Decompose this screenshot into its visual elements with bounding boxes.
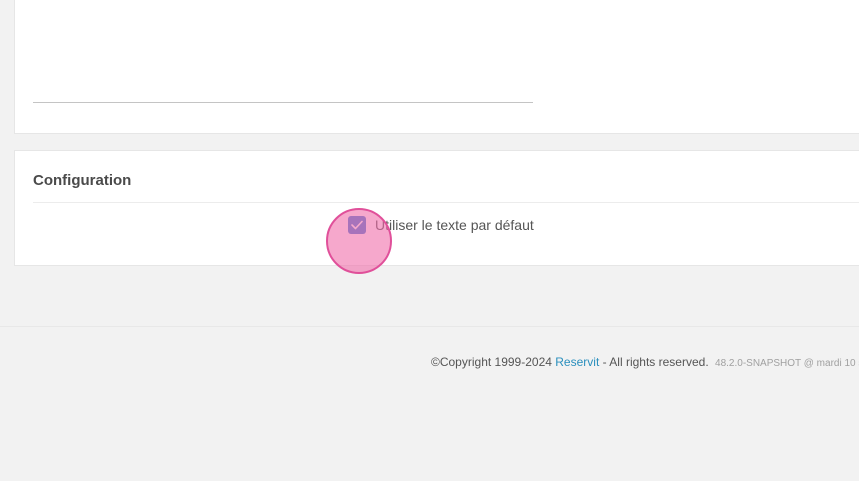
reservit-link[interactable]: Reservit [555,355,599,369]
default-text-checkbox-row[interactable]: Utiliser le texte par défaut [348,215,534,235]
footer: ©Copyright 1999-2024 Reservit - All righ… [431,355,859,369]
editor-card [14,0,859,134]
checkmark-icon [351,220,363,230]
card-title: Configuration [33,172,132,189]
footer-divider [0,326,859,327]
text-field-underline[interactable] [33,102,533,103]
version-text: 48.2.0-SNAPSHOT @ mardi 10 se [715,358,859,369]
rights-text: - All rights reserved. [602,355,709,369]
card-divider [33,202,859,203]
default-text-checkbox[interactable] [348,216,366,234]
configuration-card: Configuration Utiliser le texte par défa… [14,150,859,266]
checkbox-label: Utiliser le texte par défaut [375,217,534,233]
copyright-text: ©Copyright 1999-2024 [431,355,552,369]
